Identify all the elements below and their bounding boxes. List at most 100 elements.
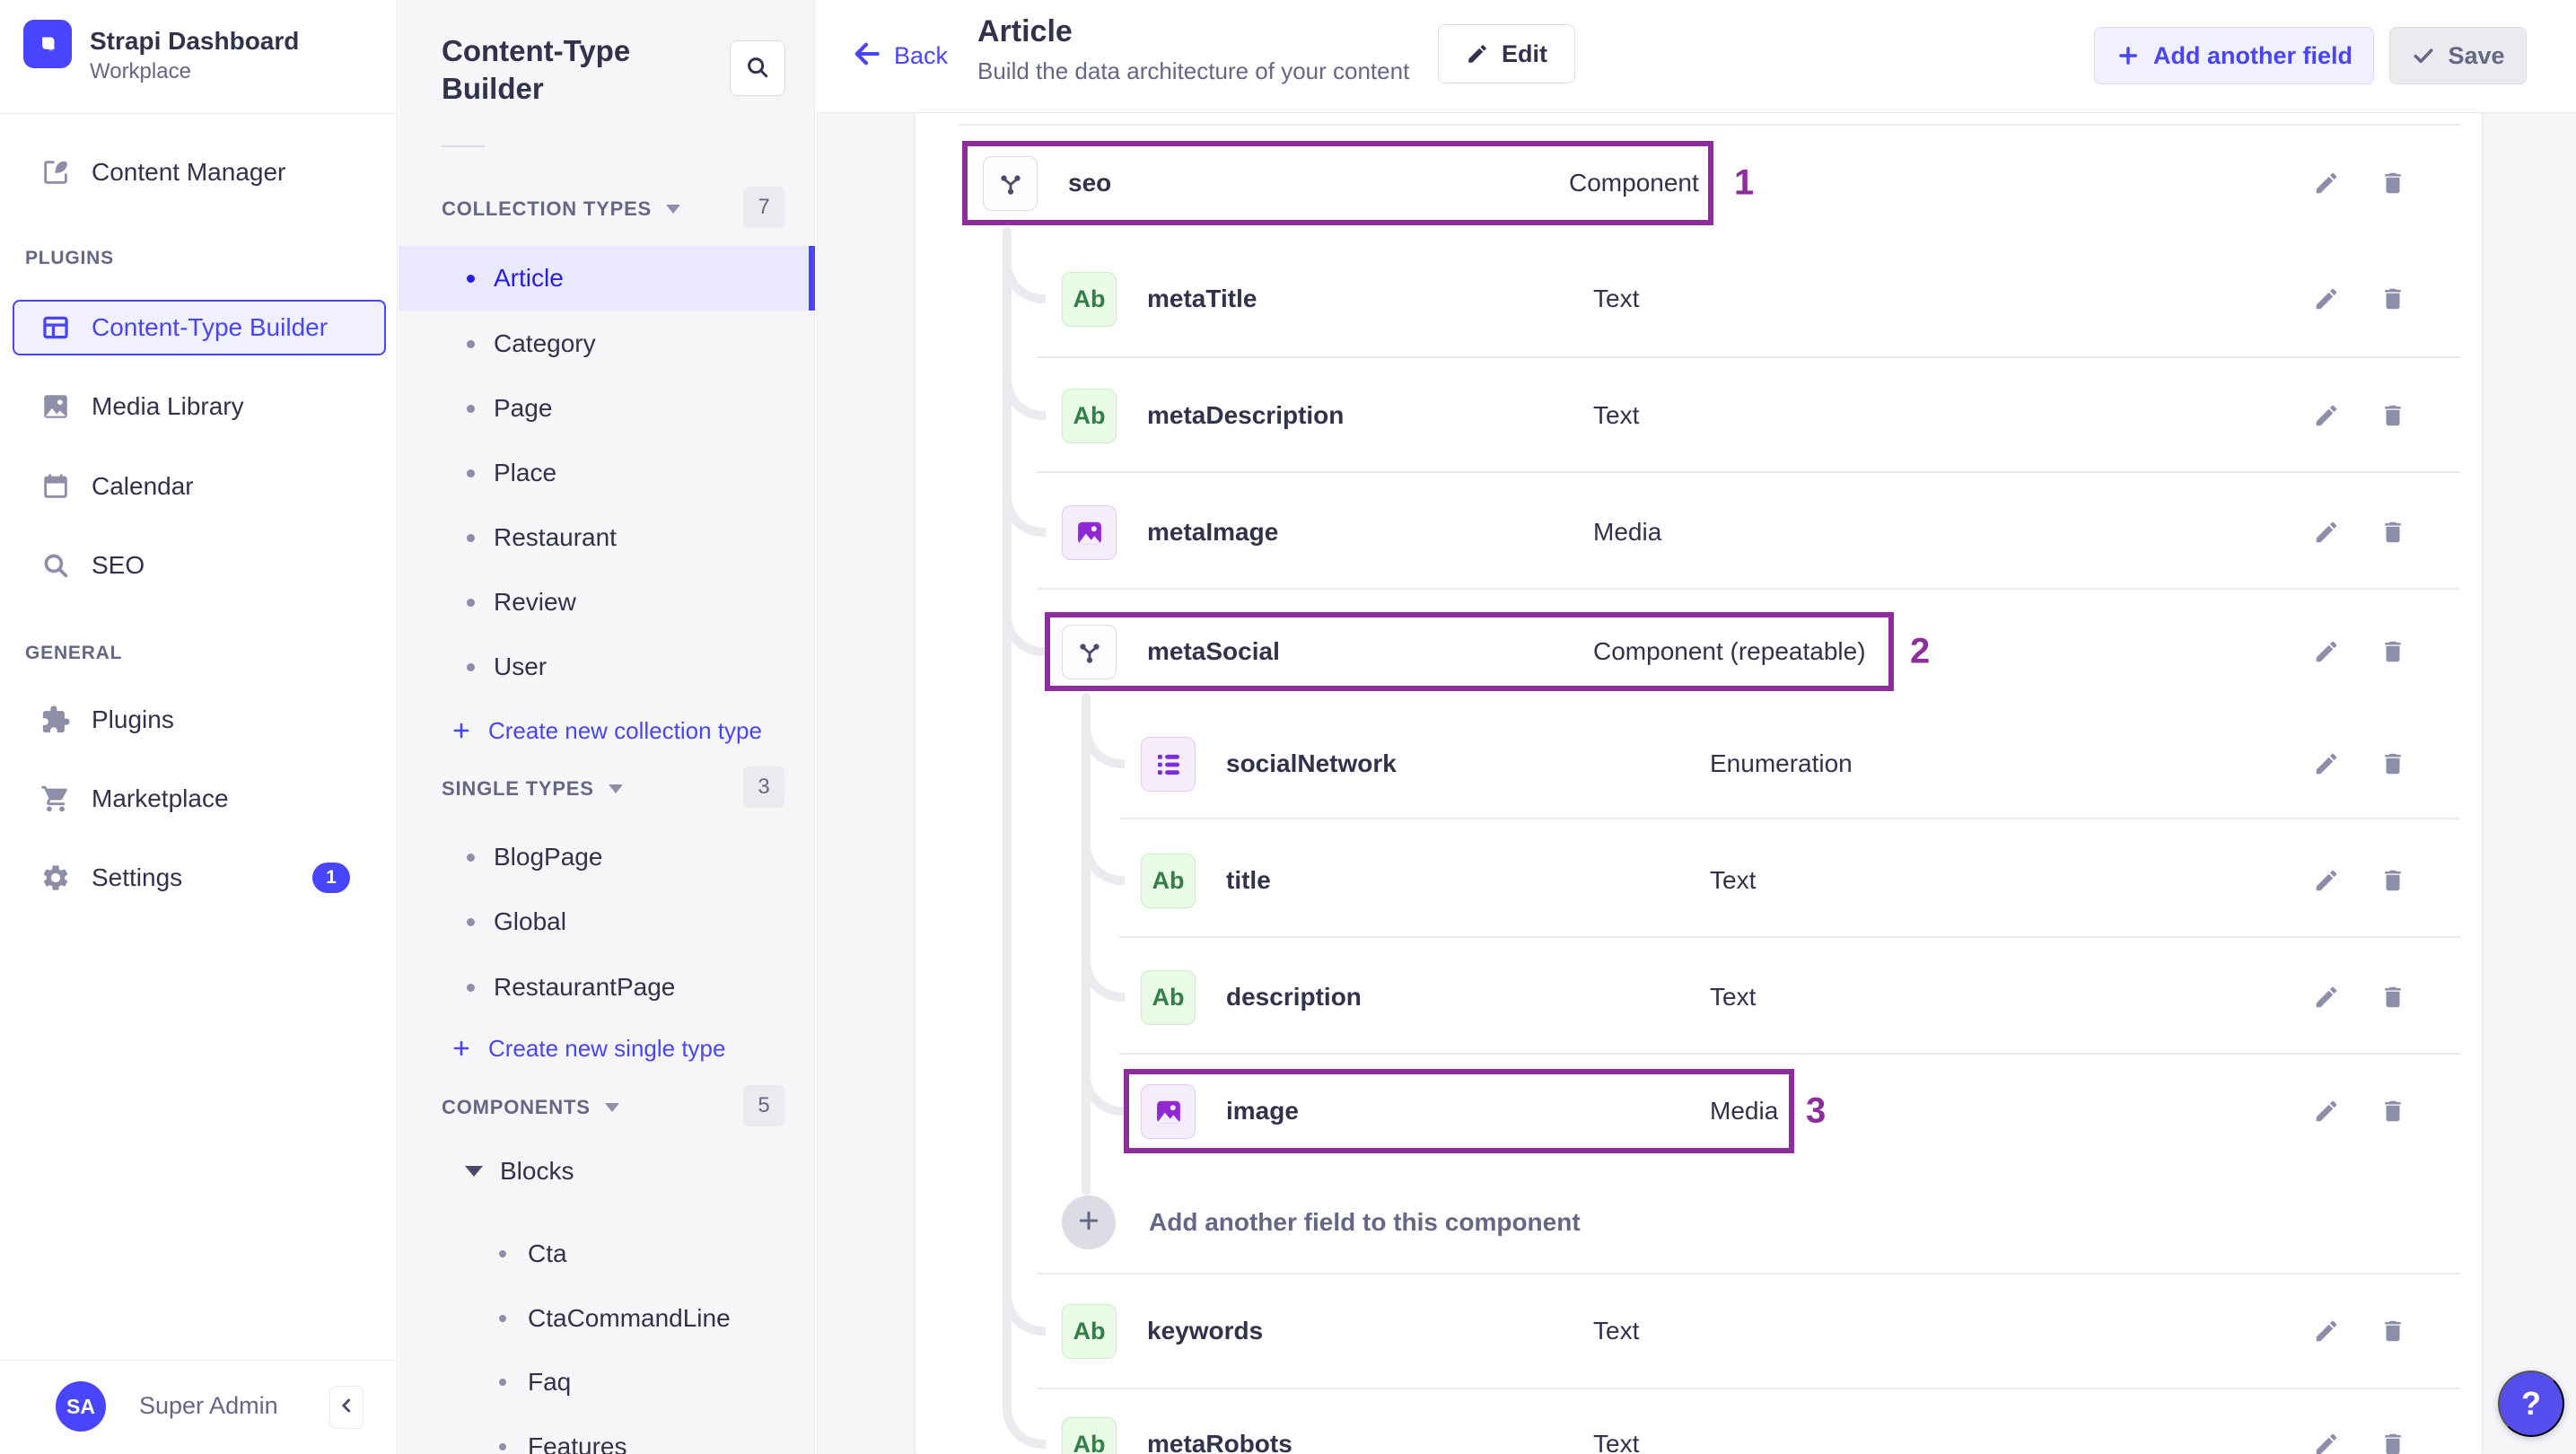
sidebar-item-content-manager[interactable]: Content Manager (13, 145, 386, 200)
panel-item-global[interactable]: Global (399, 889, 815, 954)
panel-item-label: Restaurant (494, 523, 617, 551)
edit-field-button[interactable] (2307, 1091, 2346, 1131)
delete-field-button[interactable] (2373, 977, 2413, 1017)
layout-icon (39, 311, 72, 344)
sidebar-section-label: PLUGINS (25, 248, 114, 268)
panel-category-blocks[interactable]: Blocks (399, 1148, 815, 1195)
panel-item-cta[interactable]: Cta (399, 1222, 815, 1286)
add-field-to-component-label[interactable]: Add another field to this component (1149, 1208, 1581, 1237)
edit-field-button[interactable] (2307, 1424, 2346, 1454)
row-divider (1037, 588, 2460, 590)
component-field-icon (983, 156, 1038, 211)
delete-field-button[interactable] (2373, 744, 2413, 784)
edit-field-button[interactable] (2307, 163, 2346, 203)
save-button[interactable]: Save (2389, 27, 2527, 84)
create-new-single-type-link[interactable]: Create new single type (399, 1025, 815, 1072)
field-type: Media (1710, 1097, 1779, 1125)
panel-item-blogpage[interactable]: BlogPage (399, 825, 815, 889)
sidebar-item-media-library[interactable]: Media Library (13, 379, 386, 434)
app-workspace: Workplace (90, 59, 191, 83)
panel-item-place[interactable]: Place (399, 441, 815, 505)
sidebar-item-settings[interactable]: Settings 1 (13, 850, 386, 906)
strapi-app: Strapi Dashboard Workplace Content Manag… (0, 0, 2576, 1454)
sidebar-item-content-type-builder[interactable]: Content-Type Builder (13, 300, 386, 355)
panel-item-restaurant[interactable]: Restaurant (399, 505, 815, 570)
create-new-collection-type-link[interactable]: Create new collection type (399, 707, 815, 754)
help-button[interactable]: ? (2498, 1371, 2564, 1437)
delete-field-button[interactable] (2373, 279, 2413, 319)
bullet-icon (499, 1379, 506, 1386)
add-field-label: Add another field (2153, 41, 2353, 69)
panel-section-count: 5 (743, 1085, 784, 1126)
bullet-icon (467, 339, 475, 348)
avatar[interactable]: SA (56, 1381, 106, 1432)
search-button[interactable] (730, 40, 785, 96)
bullet-icon (467, 533, 475, 542)
collapse-sidebar-button[interactable] (329, 1386, 364, 1429)
panel-item-user[interactable]: User (399, 635, 815, 699)
plus-icon (451, 1038, 472, 1059)
delete-field-button[interactable] (2373, 1424, 2413, 1454)
edit-field-button[interactable] (2307, 632, 2346, 671)
bullet-icon (467, 274, 475, 283)
panel-section-components[interactable]: COMPONENTS (442, 1096, 619, 1119)
bullet-icon (499, 1443, 506, 1450)
delete-field-button[interactable] (2373, 1091, 2413, 1131)
text-field-icon: Ab (1062, 272, 1117, 327)
field-type: Text (1593, 401, 1640, 429)
panel-category-label: Blocks (500, 1157, 574, 1185)
delete-field-button[interactable] (2373, 1311, 2413, 1351)
edit-field-button[interactable] (2307, 861, 2346, 900)
field-type: Text (1710, 983, 1757, 1011)
chevron-down-icon (608, 784, 623, 793)
panel-section-label: COLLECTION TYPES (442, 197, 653, 220)
panel-section-single-types[interactable]: SINGLE TYPES (442, 777, 623, 801)
sidebar-item-marketplace[interactable]: Marketplace (13, 771, 386, 827)
panel-item-review[interactable]: Review (399, 570, 815, 635)
delete-field-button[interactable] (2373, 861, 2413, 900)
edit-field-button[interactable] (2307, 512, 2346, 552)
panel-item-category[interactable]: Category (399, 311, 815, 376)
tree-elbow (1003, 1377, 1046, 1449)
back-link[interactable]: Back (849, 37, 948, 75)
media-field-icon (1141, 1084, 1196, 1139)
annotation-number: 3 (1806, 1090, 1827, 1131)
sidebar-item-calendar[interactable]: Calendar (13, 459, 386, 514)
panel-section-collection-types[interactable]: COLLECTION TYPES (442, 197, 681, 221)
panel-item-article[interactable]: Article (399, 246, 815, 311)
field-name: image (1226, 1097, 1299, 1125)
sidebar-item-plugins[interactable]: Plugins (13, 692, 386, 748)
sidebar-item-label: Content Manager (92, 158, 286, 186)
panel-item-label: CtaCommandLine (528, 1304, 731, 1332)
delete-field-button[interactable] (2373, 632, 2413, 671)
image-icon (39, 390, 72, 423)
edit-field-button[interactable] (2307, 1311, 2346, 1351)
sidebar-item-seo[interactable]: SEO (13, 538, 386, 593)
panel-item-label: Page (494, 394, 553, 422)
panel-item-page[interactable]: Page (399, 376, 815, 441)
panel-item-ctacommandline[interactable]: CtaCommandLine (399, 1286, 815, 1351)
sidebar-divider (0, 113, 398, 114)
panel-item-restaurantpage[interactable]: RestaurantPage (399, 955, 815, 1020)
delete-field-button[interactable] (2373, 512, 2413, 552)
edit-field-button[interactable] (2307, 977, 2346, 1017)
sidebar-footer-divider (0, 1360, 398, 1361)
panel-item-label: Article (494, 264, 564, 292)
panel-item-label: BlogPage (494, 843, 603, 871)
chevron-left-icon (335, 1394, 358, 1422)
edit-field-button[interactable] (2307, 744, 2346, 784)
field-name: socialNetwork (1226, 749, 1397, 777)
delete-field-button[interactable] (2373, 396, 2413, 435)
edit-field-button[interactable] (2307, 279, 2346, 319)
add-field-to-component-button[interactable] (1062, 1196, 1116, 1249)
calendar-icon (39, 470, 72, 503)
panel-item-faq[interactable]: Faq (399, 1350, 815, 1415)
annotation-number: 2 (1910, 631, 1931, 671)
edit-button[interactable]: Edit (1438, 24, 1575, 83)
panel-item-features[interactable]: Features (399, 1415, 815, 1454)
content-header: Back Article Build the data architecture… (816, 0, 2576, 113)
edit-field-button[interactable] (2307, 396, 2346, 435)
add-another-field-button[interactable]: Add another field (2094, 27, 2374, 84)
delete-field-button[interactable] (2373, 163, 2413, 203)
sidebar-item-label: Settings (92, 863, 183, 891)
